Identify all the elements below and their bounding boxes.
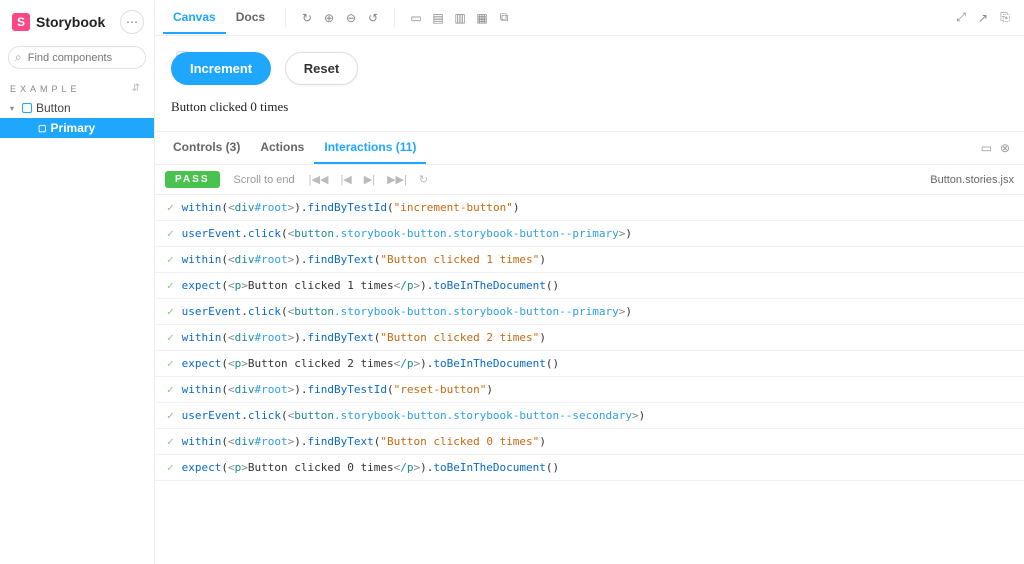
addon-panel-icon-1[interactable]: ⊗ <box>1000 141 1010 155</box>
interaction-code: within(<div#root>).findByText("Button cl… <box>182 331 546 344</box>
toolbar-layout-4-icon[interactable]: ⧉ <box>493 7 515 29</box>
interaction-row[interactable]: ✓ within(<div#root>).findByTestId("reset-… <box>155 377 1024 403</box>
interaction-code: within(<div#root>).findByText("Button cl… <box>182 435 546 448</box>
chevron-down-icon: ▾ <box>10 104 18 113</box>
interaction-row[interactable]: ✓ within(<div#root>).findByText("Button c… <box>155 247 1024 273</box>
interaction-row[interactable]: ✓ userEvent.click(<button.storybook-butto… <box>155 403 1024 429</box>
interaction-code: expect(<p>Button clicked 1 times</p>).to… <box>182 279 560 292</box>
interaction-code: within(<div#root>).findByTestId("reset-b… <box>182 383 493 396</box>
toolbar-action-2-icon[interactable]: ⎘ <box>994 7 1016 29</box>
toolbar-layout-0-icon[interactable]: ▭ <box>405 7 427 29</box>
canvas: Increment Reset Button clicked 0 times <box>155 36 1024 131</box>
storybook-logo-icon: S <box>12 13 30 31</box>
toolbar-tool-0-icon[interactable]: ↻ <box>296 7 318 29</box>
toolbar-tool-3-icon[interactable]: ↺ <box>362 7 384 29</box>
interaction-code: userEvent.click(<button.storybook-button… <box>182 227 632 240</box>
sidebar-menu-button[interactable]: ⋯ <box>120 10 144 34</box>
check-icon: ✓ <box>167 461 174 474</box>
toolbar-layout-1-icon[interactable]: ▤ <box>427 7 449 29</box>
toolbar-action-1-icon[interactable]: ↗ <box>972 7 994 29</box>
increment-button[interactable]: Increment <box>171 52 271 85</box>
check-icon: ✓ <box>167 305 174 318</box>
collapse-icon[interactable]: ⇵ <box>132 83 144 94</box>
playback-control-4-icon[interactable]: ↻ <box>419 173 428 186</box>
check-icon: ✓ <box>167 201 174 214</box>
check-icon: ✓ <box>167 331 174 344</box>
tab-docs[interactable]: Docs <box>226 2 275 34</box>
search-input[interactable] <box>28 52 170 64</box>
interactions-toolbar: PASS Scroll to end |◀◀ |◀ ▶| ▶▶| ↻ Button.st… <box>155 165 1024 195</box>
sidebar-component-button[interactable]: ▾ Button <box>0 98 154 118</box>
addon-panel: Controls (3)ActionsInteractions (11) ▭⊗ … <box>155 131 1024 564</box>
app-title: Storybook <box>36 14 114 30</box>
interaction-code: within(<div#root>).findByText("Button cl… <box>182 253 546 266</box>
check-icon: ✓ <box>167 253 174 266</box>
check-icon: ✓ <box>167 279 174 292</box>
playback-control-1-icon[interactable]: |◀ <box>340 173 351 186</box>
toolbar-action-0-icon[interactable]: ⤢ <box>950 7 972 29</box>
reset-button[interactable]: Reset <box>285 52 358 85</box>
toolbar-tabs: CanvasDocs <box>163 2 275 34</box>
interaction-row[interactable]: ✓ userEvent.click(<button.storybook-butto… <box>155 299 1024 325</box>
interaction-code: expect(<p>Button clicked 2 times</p>).to… <box>182 357 560 370</box>
toolbar-tool-2-icon[interactable]: ⊖ <box>340 7 362 29</box>
interaction-code: within(<div#root>).findByTestId("increme… <box>182 201 520 214</box>
toolbar: CanvasDocs ↻⊕⊖↺ ▭▤▥▦⧉ ⤢↗⎘ <box>155 0 1024 36</box>
search-box[interactable]: ⌕ / <box>8 46 146 69</box>
interaction-code: userEvent.click(<button.storybook-button… <box>182 305 632 318</box>
interaction-row[interactable]: ✓ within(<div#root>).findByText("Button c… <box>155 429 1024 455</box>
click-count-text: Button clicked 0 times <box>171 99 1008 115</box>
scroll-to-end-button[interactable]: Scroll to end <box>234 174 295 186</box>
tree-item-label: Button <box>36 101 71 115</box>
interaction-row[interactable]: ✓ expect(<p>Button clicked 2 times</p>).t… <box>155 351 1024 377</box>
check-icon: ✓ <box>167 357 174 370</box>
addon-tab-interactions-[interactable]: Interactions (11) <box>314 132 426 164</box>
interaction-code: expect(<p>Button clicked 0 times</p>).to… <box>182 461 560 474</box>
story-file-label: Button.stories.jsx <box>930 174 1014 186</box>
search-icon: ⌕ <box>15 50 22 65</box>
main-area: CanvasDocs ↻⊕⊖↺ ▭▤▥▦⧉ ⤢↗⎘ Increment Rese… <box>155 0 1024 564</box>
addon-tabs: Controls (3)ActionsInteractions (11) ▭ ⊗ <box>155 132 1024 165</box>
interaction-row[interactable]: ✓ within(<div#root>).findByText("Button c… <box>155 325 1024 351</box>
check-icon: ✓ <box>167 227 174 240</box>
playback-control-2-icon[interactable]: ▶| <box>364 173 375 186</box>
toolbar-layout-3-icon[interactable]: ▦ <box>471 7 493 29</box>
sidebar-tree: ▾ Button ▢ Primary <box>0 98 154 138</box>
playback-controls: |◀◀ |◀ ▶| ▶▶| ↻ <box>309 173 428 186</box>
playback-control-3-icon[interactable]: ▶▶| <box>387 173 407 186</box>
interaction-row[interactable]: ✓ userEvent.click(<button.storybook-butto… <box>155 221 1024 247</box>
story-icon: ▢ <box>38 123 47 134</box>
sidebar-story-primary[interactable]: ▢ Primary <box>0 118 154 138</box>
addon-tab-actions[interactable]: Actions <box>250 132 314 164</box>
check-icon: ✓ <box>167 435 174 448</box>
interaction-row[interactable]: ✓ expect(<p>Button clicked 1 times</p>).t… <box>155 273 1024 299</box>
sidebar: S Storybook ⋯ ⌕ / EXAMPLE ⇵ ▾ Button ▢ Prim… <box>0 0 155 564</box>
interaction-code: userEvent.click(<button.storybook-button… <box>182 409 646 422</box>
toolbar-layout-2-icon[interactable]: ▥ <box>449 7 471 29</box>
tree-item-label: Primary <box>51 121 96 135</box>
interactions-log: ✓ within(<div#root>).findByTestId("increm… <box>155 195 1024 564</box>
addon-panel-icon-0[interactable]: ▭ <box>981 141 992 155</box>
check-icon: ✓ <box>167 383 174 396</box>
tab-canvas[interactable]: Canvas <box>163 2 226 34</box>
status-badge: PASS <box>165 171 220 188</box>
toolbar-tool-1-icon[interactable]: ⊕ <box>318 7 340 29</box>
interaction-row[interactable]: ✓ within(<div#root>).findByTestId("increm… <box>155 195 1024 221</box>
section-label: EXAMPLE <box>10 84 81 94</box>
sidebar-section-header[interactable]: EXAMPLE ⇵ <box>0 75 154 98</box>
playback-control-0-icon[interactable]: |◀◀ <box>309 173 329 186</box>
component-icon <box>22 103 32 113</box>
interaction-row[interactable]: ✓ expect(<p>Button clicked 0 times</p>).t… <box>155 455 1024 481</box>
addon-tab-controls-[interactable]: Controls (3) <box>163 132 250 164</box>
sidebar-header: S Storybook ⋯ <box>0 0 154 42</box>
check-icon: ✓ <box>167 409 174 422</box>
